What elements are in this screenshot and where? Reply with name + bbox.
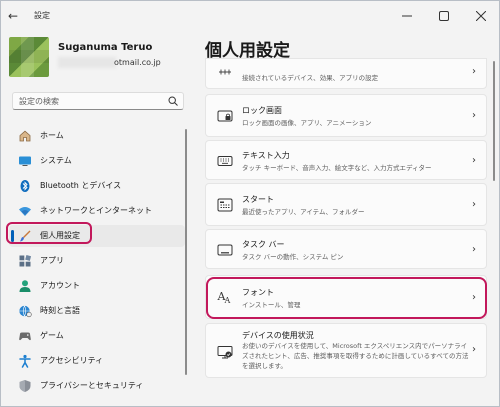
settings-card-device-usage[interactable]: デバイスの使用状況 お使いのデバイスを使用して、Microsoft エクスペリエ… [205, 323, 487, 378]
settings-card-taskbar[interactable]: タスク バー タスク バーの動作、システム ピン › [205, 229, 487, 269]
chevron-right-icon: › [472, 244, 476, 255]
sidebar-item-label: Bluetooth とデバイス [40, 181, 122, 190]
accessibility-icon [19, 354, 31, 368]
search-box[interactable] [12, 92, 184, 110]
close-icon [476, 11, 486, 21]
settings-window: ← 設定 Suganuma Teruo otmail.co.jp ホーム [0, 0, 500, 407]
card-highlight-annotation [206, 277, 487, 319]
chevron-right-icon: › [472, 199, 476, 210]
search-icon [168, 96, 178, 106]
card-description: 接続されているデバイス、効果、アプリの設定 [242, 74, 379, 82]
maximize-icon [439, 11, 449, 21]
sidebar-item-apps[interactable]: アプリ [9, 250, 185, 272]
content-scrollbar[interactable] [493, 61, 495, 181]
home-icon [19, 130, 31, 142]
card-title: テキスト入力 [242, 151, 290, 160]
card-title: スタート [242, 195, 274, 204]
sidebar-item-network[interactable]: ネットワークとインターネット [9, 200, 185, 222]
settings-card-dynamic-lighting[interactable]: 接続されているデバイス、効果、アプリの設定 › [205, 58, 487, 89]
sidebar-item-label: アカウント [40, 281, 80, 290]
card-title: タスク バー [242, 240, 285, 249]
window-title: 設定 [34, 11, 50, 20]
minimize-icon [402, 15, 412, 17]
email-redacted [58, 57, 116, 68]
apps-icon [19, 254, 32, 267]
card-title: ロック画面 [242, 106, 282, 115]
account-icon [19, 280, 31, 292]
shield-icon [19, 380, 31, 392]
search-input[interactable] [19, 95, 159, 108]
settings-card-lock-screen[interactable]: ロック画面 ロック画面の画像、アプリ、アニメーション › [205, 94, 487, 137]
chevron-right-icon: › [472, 155, 476, 166]
chevron-right-icon: › [472, 344, 476, 355]
back-arrow-icon[interactable]: ← [8, 10, 20, 22]
nav-highlight-annotation [6, 222, 92, 244]
chevron-right-icon: › [472, 66, 476, 77]
sidebar-item-gaming[interactable]: ゲーム [9, 325, 185, 347]
time-language-icon [19, 305, 32, 318]
user-name: Suganuma Teruo [58, 42, 153, 53]
sidebar-item-label: ホーム [40, 131, 64, 140]
dynamic-lighting-icon [219, 69, 231, 75]
device-usage-icon [217, 346, 233, 359]
sidebar-item-privacy[interactable]: プライバシーとセキュリティ [9, 375, 185, 397]
chevron-right-icon: › [472, 110, 476, 121]
card-description: タスク バーの動作、システム ピン [242, 253, 344, 261]
close-button[interactable] [463, 1, 499, 31]
game-icon [19, 332, 31, 341]
sidebar-item-home[interactable]: ホーム [9, 125, 185, 147]
avatar[interactable] [9, 37, 49, 77]
sidebar-item-label: プライバシーとセキュリティ [40, 381, 144, 390]
lock-screen-icon [217, 110, 233, 122]
settings-card-start[interactable]: スタート 最近使ったアプリ、アイテム、フォルダー › [205, 183, 487, 226]
user-email: otmail.co.jp [114, 58, 161, 67]
sidebar-item-label: 時刻と言語 [40, 306, 80, 315]
taskbar-icon [217, 244, 233, 256]
sidebar-item-accounts[interactable]: アカウント [9, 275, 185, 297]
sidebar-item-label: ネットワークとインターネット [40, 206, 152, 215]
sidebar-item-bluetooth[interactable]: Bluetooth とデバイス [9, 175, 185, 197]
sidebar-item-accessibility[interactable]: アクセシビリティ [9, 350, 185, 372]
sidebar-item-label: システム [40, 156, 72, 165]
system-icon [19, 156, 31, 166]
maximize-button[interactable] [426, 1, 462, 31]
title-bar: ← 設定 [1, 1, 499, 31]
sidebar-item-label: ゲーム [40, 331, 64, 340]
card-title: デバイスの使用状況 [242, 331, 314, 340]
card-description: 最近使ったアプリ、アイテム、フォルダー [242, 208, 365, 216]
wifi-icon [19, 207, 31, 216]
card-description: ロック画面の画像、アプリ、アニメーション [242, 119, 372, 127]
start-icon [217, 198, 233, 212]
sidebar-item-label: アクセシビリティ [40, 356, 104, 365]
bluetooth-icon [20, 180, 30, 192]
card-description: お使いのデバイスを使用して、Microsoft エクスペリエンス内でパーソナライ… [242, 342, 469, 370]
minimize-button[interactable] [389, 1, 425, 31]
sidebar-item-label: アプリ [40, 256, 64, 265]
keyboard-icon [217, 156, 233, 166]
card-description: タッチ キーボード、音声入力、絵文字など、入力方式エディター [242, 164, 432, 172]
settings-card-text-input[interactable]: テキスト入力 タッチ キーボード、音声入力、絵文字など、入力方式エディター › [205, 140, 487, 180]
sidebar-item-system[interactable]: システム [9, 150, 185, 172]
sidebar-item-time-language[interactable]: 時刻と言語 [9, 300, 185, 322]
sidebar-scrollbar[interactable] [185, 129, 187, 375]
